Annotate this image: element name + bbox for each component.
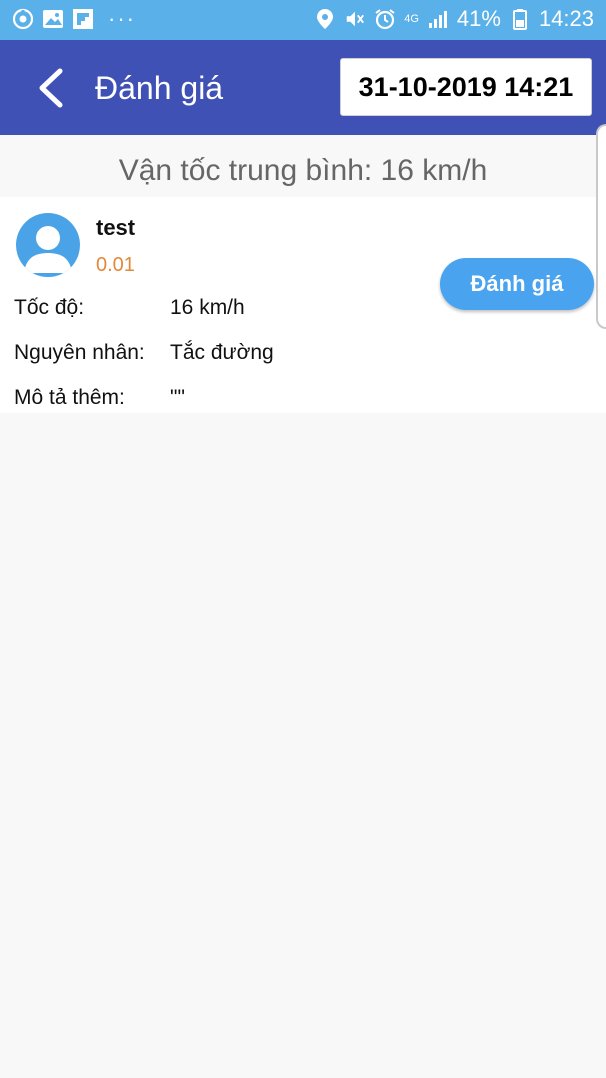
alarm-icon: [374, 8, 396, 30]
user-score: 0.01: [96, 254, 135, 276]
location-icon: [314, 8, 336, 30]
username: test: [96, 215, 136, 240]
datetime-display[interactable]: 31-10-2019 14:21: [340, 58, 592, 116]
speed-value: 16 km/h: [170, 296, 245, 319]
app-header: Đánh giá 31-10-2019 14:21: [0, 40, 606, 135]
cause-label: Nguyên nhân:: [14, 341, 145, 364]
speed-label: Tốc độ:: [14, 296, 85, 319]
user-icon: [24, 226, 72, 273]
description-value: "": [170, 386, 185, 409]
status-bar-right: 4G 41% 14:23: [314, 6, 594, 32]
rate-button[interactable]: Đánh giá: [440, 258, 594, 310]
scroll-indicator[interactable]: [596, 124, 606, 329]
sync-icon: [12, 8, 34, 30]
avatar: [16, 213, 80, 277]
clock: 14:23: [538, 6, 594, 31]
page-title: Đánh giá: [95, 70, 224, 106]
review-card: test 0.01 Đánh giá Tốc độ: 16 km/h Nguyê…: [0, 197, 606, 413]
more-icon: ···: [108, 6, 136, 31]
network-type-label: 4G: [404, 12, 419, 25]
back-arrow-icon: [39, 68, 63, 108]
cause-value: Tắc đường: [170, 341, 274, 364]
status-bar-left: ···: [12, 8, 136, 30]
mute-icon: [344, 8, 366, 30]
battery-percent: 41%: [456, 6, 501, 31]
status-bar: ··· 4G 41% 14:23: [0, 0, 606, 40]
signal-icon: [427, 8, 449, 30]
battery-icon: [509, 8, 531, 30]
image-icon: [42, 8, 64, 30]
average-speed: Vận tốc trung bình: 16 km/h: [118, 154, 488, 187]
description-label: Mô tả thêm:: [14, 386, 125, 409]
flipboard-icon: [72, 8, 94, 30]
back-button[interactable]: [30, 66, 70, 110]
